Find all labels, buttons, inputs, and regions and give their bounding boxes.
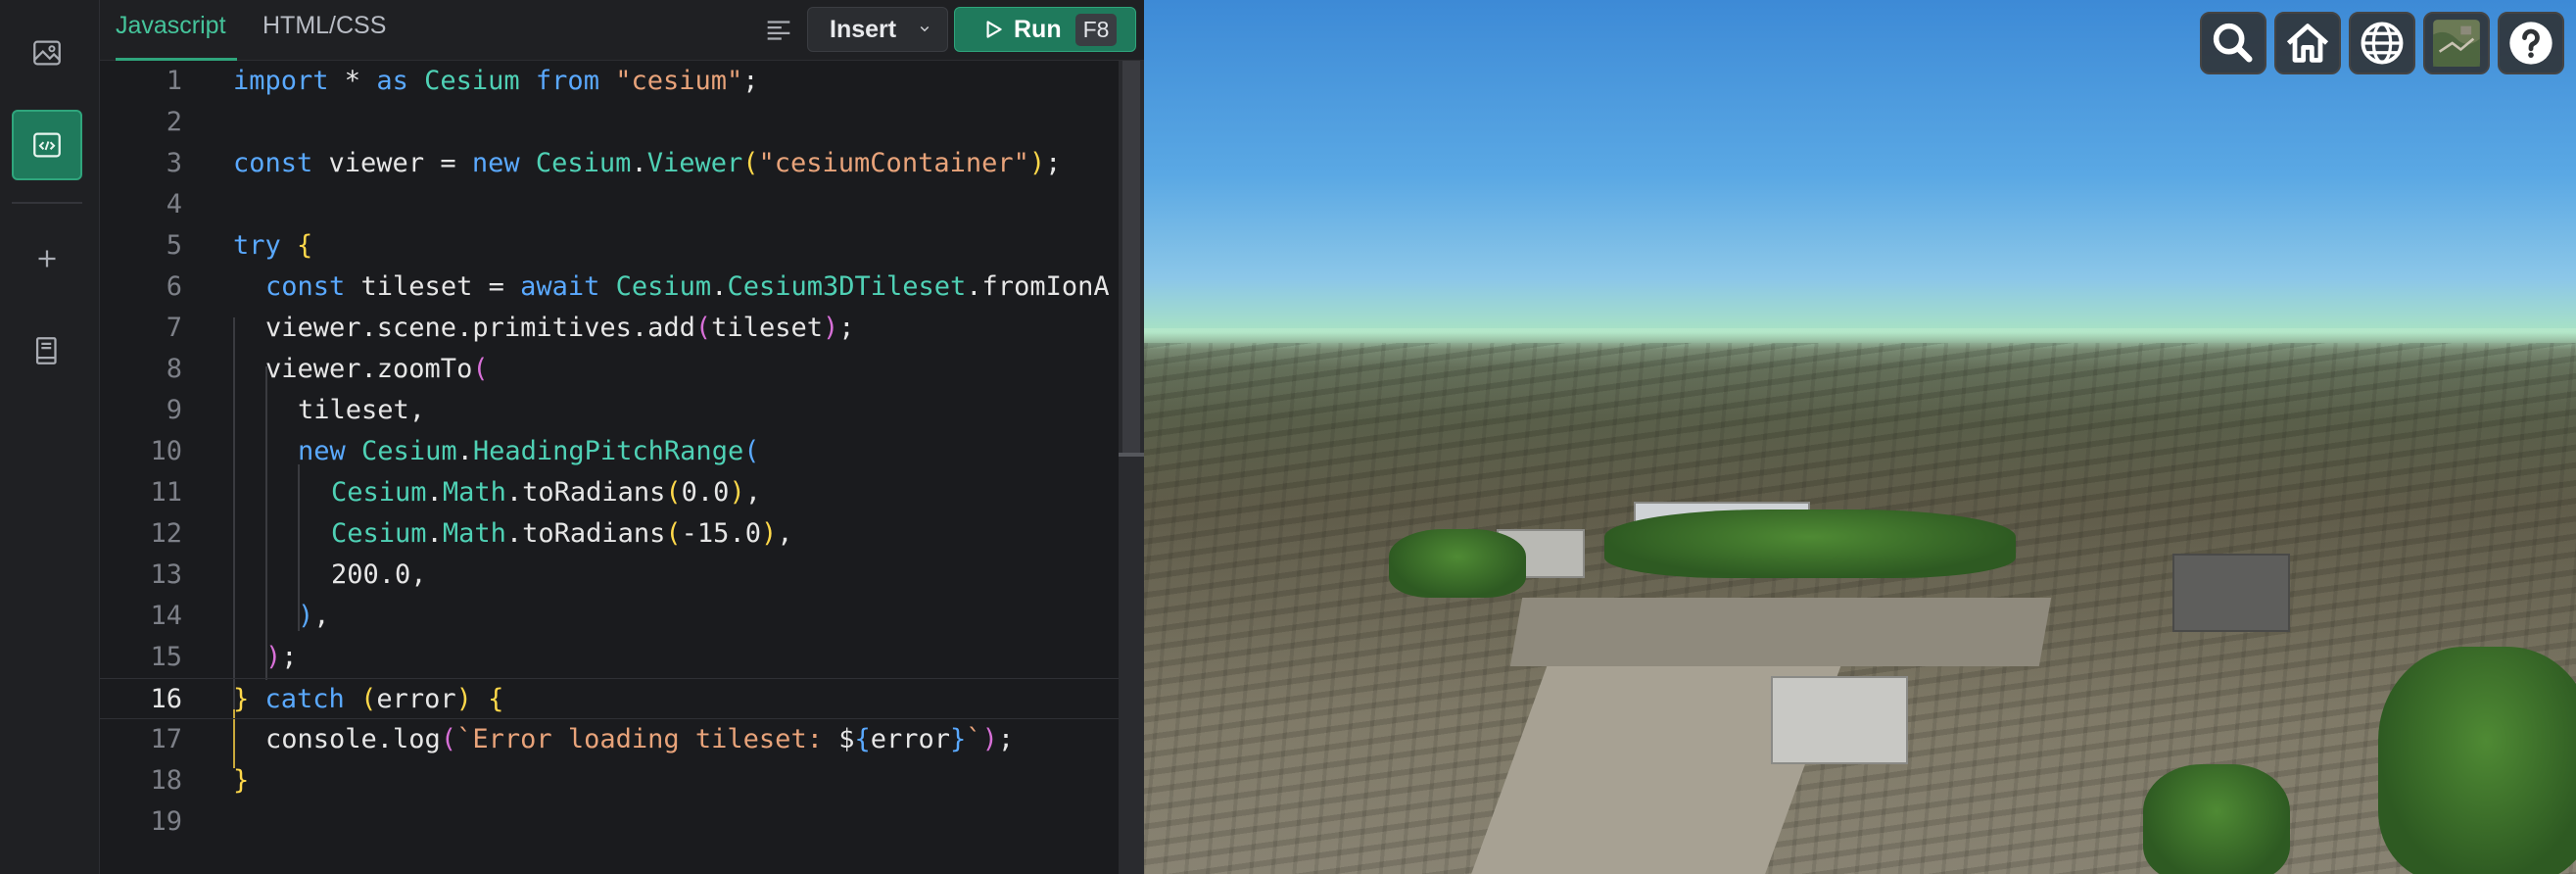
warehouse-building: [1771, 676, 1908, 764]
code-line: 4: [166, 189, 182, 219]
code-line: 19: [150, 806, 182, 837]
code-line: 13 200.0,: [150, 559, 427, 590]
help-icon: [2509, 22, 2552, 65]
code-button[interactable]: [12, 110, 82, 180]
base-layer-picker-button[interactable]: [2423, 12, 2490, 74]
code-line: 9 tileset,: [166, 395, 426, 425]
activity-rail: [0, 0, 100, 874]
treeline: [1604, 510, 2016, 578]
format-align-icon[interactable]: [762, 14, 795, 47]
scrollbar-marker: [1119, 453, 1144, 457]
code-line: 12 Cesium.Math.toRadians(-15.0),: [150, 518, 793, 549]
code-line: 8 viewer.zoomTo(: [166, 354, 489, 384]
insert-label: Insert: [830, 15, 897, 43]
cesium-viewer[interactable]: [1144, 0, 2576, 874]
imagery-icon: [2433, 20, 2480, 67]
treeline: [1389, 529, 1526, 598]
code-line: 15);: [150, 642, 298, 672]
tab-javascript[interactable]: Javascript: [116, 0, 237, 61]
chevron-down-icon: [920, 25, 930, 32]
run-button[interactable]: Run F8: [954, 7, 1136, 52]
play-icon: [986, 21, 1002, 38]
gallery-icon: [33, 40, 61, 66]
code-line: 5 try {: [166, 230, 313, 261]
tree-cluster: [2143, 764, 2290, 874]
paved-area: [1509, 598, 2052, 666]
dark-building: [2172, 554, 2290, 632]
code-line-current: 16} catch (error) {: [100, 678, 1119, 719]
help-button[interactable]: [2498, 12, 2564, 74]
code-line: 7 viewer.scene.primitives.add(tileset);: [166, 313, 855, 343]
add-button[interactable]: [12, 223, 82, 294]
code-editor-panel: Javascript HTML/CSS Insert Run F8 1 impor…: [100, 0, 1144, 874]
code-line: 11 Cesium.Math.toRadians(0.0),: [150, 477, 761, 508]
code-icon: [33, 132, 61, 158]
gallery-button[interactable]: [12, 18, 82, 88]
editor-tabbar: Javascript HTML/CSS Insert Run F8: [100, 0, 1144, 61]
code-line: 6 const tileset = await Cesium.Cesium3DTi…: [166, 271, 1110, 302]
code-area[interactable]: 1 import * as Cesium from "cesium"; 2 3 co…: [100, 61, 1119, 874]
docs-button[interactable]: [12, 316, 82, 386]
code-line: 3 const viewer = new Cesium.Viewer("cesiu…: [166, 148, 1062, 178]
run-label: Run: [1014, 15, 1062, 43]
run-shortcut-badge: F8: [1074, 13, 1118, 46]
geocoder-search-button[interactable]: [2200, 12, 2266, 74]
code-line: 10 new Cesium.HeadingPitchRange(: [150, 436, 760, 466]
code-line: 14),: [150, 601, 330, 631]
scene-mode-button[interactable]: [2349, 12, 2415, 74]
code-line: 18}: [150, 765, 250, 796]
search-icon: [2213, 23, 2253, 63]
scrollbar-thumb[interactable]: [1122, 61, 1140, 453]
home-icon: [2286, 24, 2329, 63]
globe-icon: [2361, 22, 2404, 65]
rail-divider: [12, 202, 82, 204]
docs-icon: [35, 337, 57, 364]
tab-html-css[interactable]: HTML/CSS: [262, 0, 386, 61]
code-line: 1 import * as Cesium from "cesium";: [166, 66, 759, 96]
home-button[interactable]: [2274, 12, 2341, 74]
tree-cluster: [2378, 647, 2576, 874]
editor-scrollbar[interactable]: [1119, 61, 1144, 874]
code-line: 2: [166, 107, 182, 137]
add-icon: [38, 250, 56, 267]
code-line: 17 console.log(`Error loading tileset: ${…: [150, 724, 1015, 754]
insert-dropdown-button[interactable]: Insert: [807, 7, 948, 52]
